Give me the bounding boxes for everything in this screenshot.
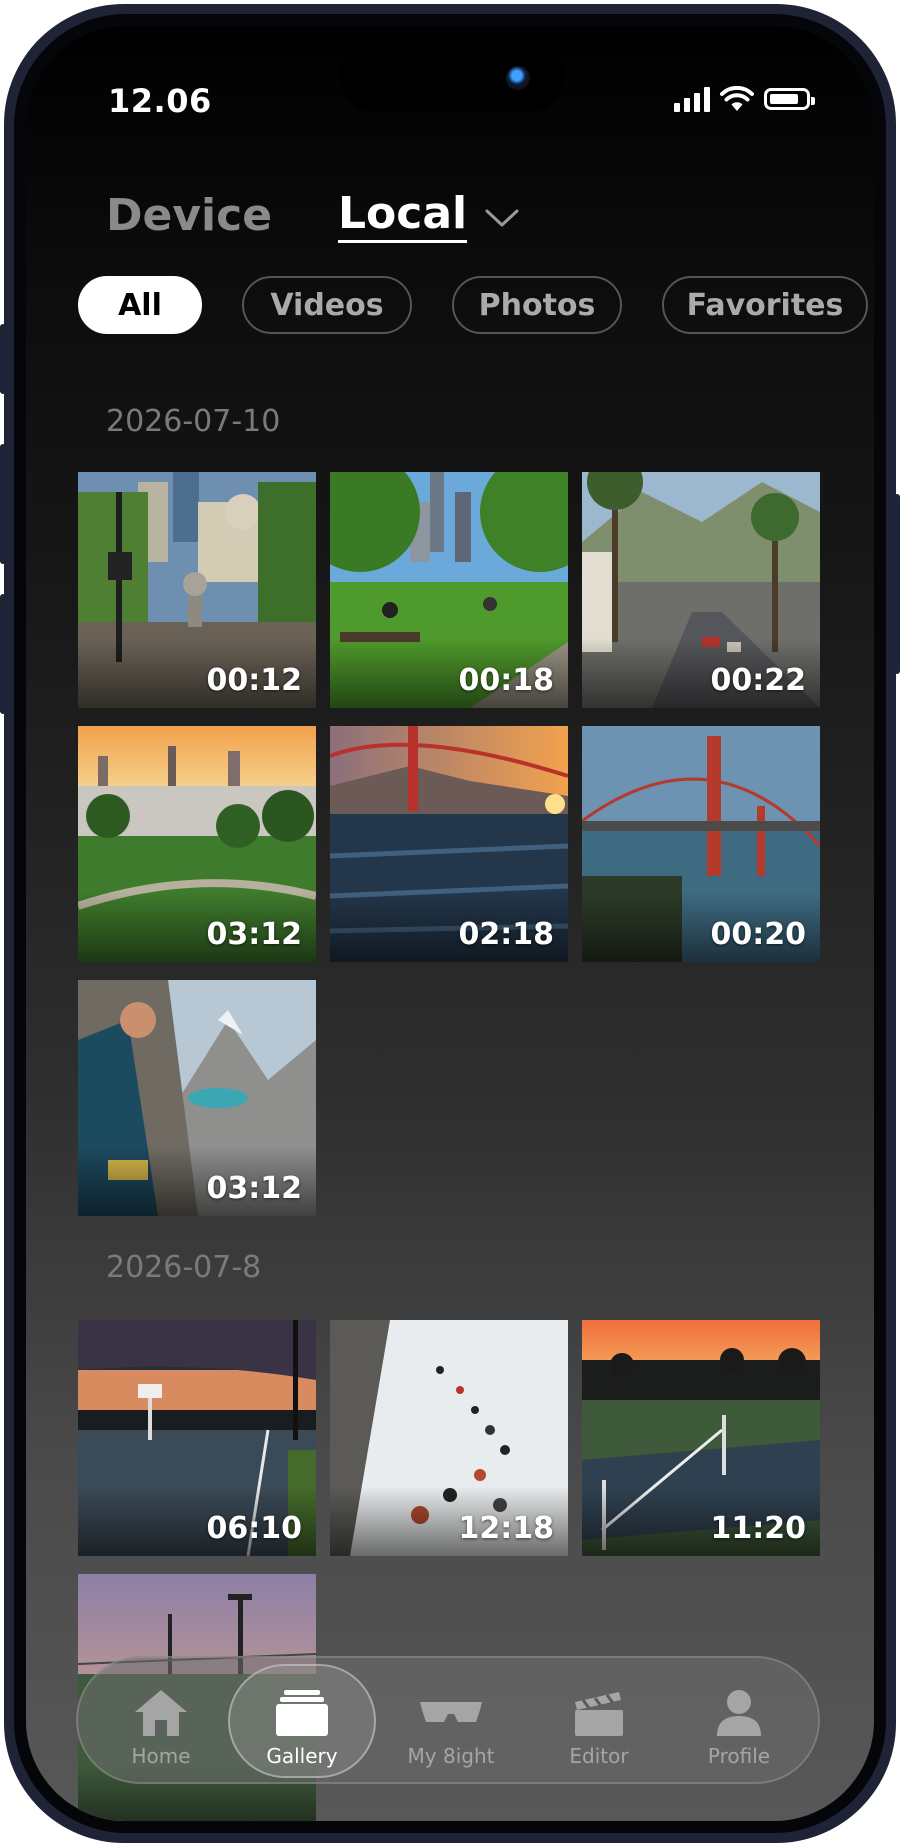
nav-item-editor[interactable]: Editor (534, 1676, 664, 1768)
profile-icon (717, 1690, 761, 1736)
bottom-nav-bar: Home Gallery My 8ight Editor Profile (76, 1656, 820, 1784)
volume-up-button (0, 444, 6, 564)
power-button (894, 494, 900, 674)
front-camera-icon (506, 66, 530, 90)
clapperboard-icon (575, 1692, 623, 1736)
section-date: 2026-07-8 (106, 1250, 262, 1285)
media-thumbnail[interactable]: 00:20 (582, 726, 820, 962)
cellular-signal-icon (674, 86, 710, 112)
nav-item-home[interactable]: Home (96, 1676, 226, 1768)
status-icons (674, 86, 815, 112)
action-button (0, 324, 6, 394)
media-thumbnail[interactable]: 00:22 (582, 472, 820, 708)
volume-down-button (0, 594, 6, 714)
filter-chip-videos[interactable]: Videos (242, 276, 412, 334)
video-duration: 00:18 (458, 663, 555, 698)
video-duration: 03:12 (206, 1171, 303, 1206)
gallery-icon (276, 1690, 328, 1736)
video-duration: 00:12 (206, 663, 303, 698)
media-thumbnail[interactable]: 11:20 (582, 1320, 820, 1556)
nav-label: My 8ight (407, 1744, 495, 1768)
nav-item-gallery[interactable]: Gallery (237, 1676, 367, 1768)
media-thumbnail[interactable]: 12:18 (330, 1320, 568, 1556)
video-duration: 00:20 (710, 917, 807, 952)
video-duration: 03:12 (206, 917, 303, 952)
media-thumbnail[interactable]: 02:18 (330, 726, 568, 962)
media-thumbnail[interactable]: 03:12 (78, 980, 316, 1216)
media-thumbnail[interactable]: 00:18 (330, 472, 568, 708)
tab-device[interactable]: Device (106, 190, 272, 241)
video-duration: 06:10 (206, 1511, 303, 1546)
wifi-icon (720, 86, 754, 111)
home-icon (135, 1690, 187, 1736)
media-thumbnail[interactable]: 06:10 (78, 1320, 316, 1556)
glasses-icon (420, 1702, 482, 1722)
nav-item-my-8ight[interactable]: My 8ight (386, 1676, 516, 1768)
nav-label: Home (131, 1744, 191, 1768)
nav-label: Profile (707, 1744, 771, 1768)
video-duration: 02:18 (458, 917, 555, 952)
chevron-down-icon[interactable] (484, 208, 520, 230)
video-duration: 00:22 (710, 663, 807, 698)
media-thumbnail[interactable]: 00:12 (78, 472, 316, 708)
app-screen: 12.06 Device Local All Videos Photos Fav… (26, 26, 874, 1821)
nav-item-profile[interactable]: Profile (674, 1676, 804, 1768)
filter-chip-favorites[interactable]: Favorites (662, 276, 868, 334)
nav-label: Gallery (266, 1744, 338, 1768)
video-duration: 11:20 (710, 1511, 807, 1546)
video-duration: 12:18 (458, 1511, 555, 1546)
dynamic-island (340, 44, 564, 112)
section-date: 2026-07-10 (106, 404, 281, 439)
nav-label: Editor (569, 1744, 629, 1768)
filter-chip-photos[interactable]: Photos (452, 276, 622, 334)
status-time: 12.06 (108, 82, 212, 120)
tab-local[interactable]: Local (338, 189, 468, 244)
media-thumbnail[interactable]: 03:12 (78, 726, 316, 962)
battery-icon (764, 88, 815, 110)
filter-chip-all[interactable]: All (78, 276, 202, 334)
